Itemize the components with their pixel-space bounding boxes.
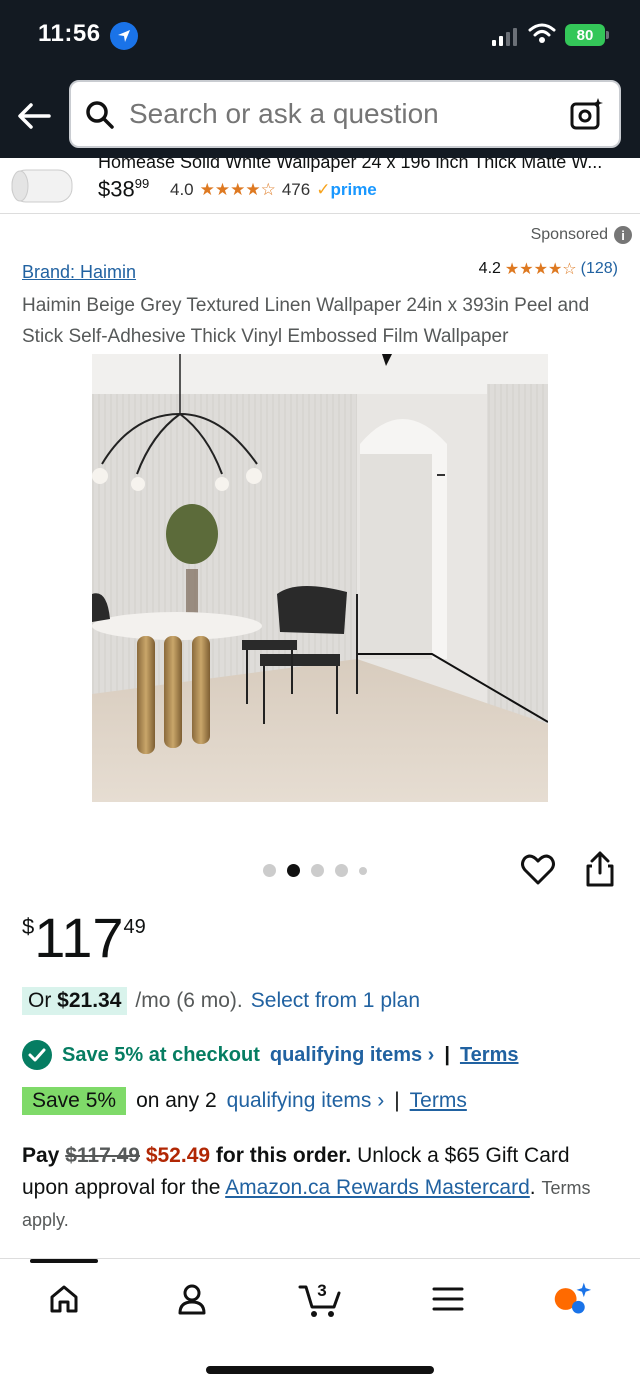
strip-price-whole: $38 bbox=[98, 176, 135, 202]
price-whole: 117 bbox=[34, 906, 124, 969]
product-thumbnail bbox=[6, 160, 78, 212]
review-count[interactable]: (128) bbox=[581, 260, 618, 278]
rating-row[interactable]: 4.2 ★★★★☆ (128) bbox=[479, 259, 618, 279]
price-fraction: 49 bbox=[123, 916, 146, 938]
qualifying-items-link[interactable]: qualifying items › bbox=[270, 1044, 434, 1067]
prime-label: prime bbox=[330, 180, 377, 199]
installment-row: Or $21.34 /mo (6 mo). Select from 1 plan bbox=[22, 987, 420, 1015]
multi-buy-text: on any 2 bbox=[136, 1089, 217, 1112]
carousel-dot-active[interactable] bbox=[287, 864, 300, 877]
select-plan-link[interactable]: Select from 1 plan bbox=[251, 989, 420, 1013]
account-icon[interactable] bbox=[172, 1279, 212, 1319]
period: . bbox=[529, 1176, 536, 1199]
product-image[interactable] bbox=[92, 354, 548, 802]
qualifying-items-link[interactable]: qualifying items › bbox=[227, 1089, 385, 1113]
pay-label: Pay bbox=[22, 1144, 60, 1167]
status-time: 11:56 bbox=[38, 20, 101, 47]
cart-count: 3 bbox=[317, 1281, 326, 1300]
back-button[interactable] bbox=[14, 96, 54, 136]
info-icon[interactable]: i bbox=[614, 226, 632, 244]
terms-link[interactable]: Terms bbox=[460, 1044, 519, 1067]
camera-search-icon[interactable] bbox=[569, 96, 605, 137]
carousel-dot[interactable] bbox=[335, 864, 348, 877]
rating-value: 4.2 bbox=[478, 260, 501, 277]
strip-title: Homease Solid White Wallpaper 24 x 196 i… bbox=[98, 158, 603, 172]
cellular-signal-icon bbox=[492, 26, 517, 46]
strip-review-count: 476 bbox=[281, 180, 311, 199]
old-price: $117.49 bbox=[65, 1144, 140, 1167]
sticky-product-strip[interactable]: Homease Solid White Wallpaper 24 x 196 i… bbox=[0, 158, 640, 214]
sponsored-label[interactable]: Sponsored i bbox=[531, 226, 632, 244]
strip-price: $3899 bbox=[98, 176, 149, 202]
separator: | bbox=[444, 1043, 450, 1066]
checkout-savings-text: Save 5% at checkout bbox=[62, 1043, 260, 1066]
installment-amount: $21.34 bbox=[57, 989, 122, 1012]
strip-rating: 4.0 ★★★★☆ 476 ✓prime bbox=[170, 180, 377, 200]
search-icon bbox=[85, 100, 115, 135]
strip-stars: ★★★★☆ bbox=[199, 180, 276, 199]
product-title: Haimin Beige Grey Textured Linen Wallpap… bbox=[22, 295, 590, 347]
header-bar: 11:56 80 bbox=[0, 0, 640, 162]
strip-rating-value: 4.0 bbox=[170, 180, 194, 199]
sponsored-text: Sponsored bbox=[530, 226, 608, 243]
installment-term: /mo (6 mo). bbox=[135, 989, 243, 1012]
card-offer: Pay $117.49 $52.49 for this order. Unloc… bbox=[22, 1140, 622, 1236]
separator: | bbox=[394, 1089, 400, 1112]
carousel-dot[interactable] bbox=[359, 866, 367, 875]
rewards-card-link[interactable]: Amazon.ca Rewards Mastercard bbox=[225, 1176, 530, 1199]
battery-indicator: 80 bbox=[565, 24, 609, 46]
image-carousel-dots[interactable] bbox=[263, 864, 367, 877]
search-bar[interactable] bbox=[69, 80, 621, 148]
share-icon[interactable] bbox=[584, 850, 616, 893]
terms-link[interactable]: Terms bbox=[410, 1089, 467, 1113]
carousel-dot[interactable] bbox=[311, 864, 324, 877]
brand-link[interactable]: Brand: Haimin bbox=[22, 262, 136, 283]
checkmark-icon bbox=[22, 1040, 52, 1070]
wifi-icon bbox=[528, 22, 556, 49]
for-order-text: for this order. bbox=[215, 1144, 352, 1167]
carousel-dot[interactable] bbox=[263, 864, 276, 877]
location-arrow-icon bbox=[110, 22, 138, 50]
cart-icon[interactable]: 3 bbox=[298, 1279, 344, 1319]
home-indicator[interactable] bbox=[206, 1366, 434, 1374]
prime-check-icon: ✓ bbox=[316, 180, 331, 199]
rufus-assistant-icon[interactable] bbox=[552, 1279, 592, 1319]
multi-buy-savings-row: Save 5% on any 2 qualifying items › | Te… bbox=[22, 1087, 467, 1115]
menu-icon[interactable] bbox=[428, 1279, 468, 1319]
checkout-savings-row: Save 5% at checkout qualifying items › |… bbox=[22, 1040, 519, 1070]
installment-prefix: Or bbox=[28, 989, 52, 1012]
active-tab-indicator bbox=[30, 1259, 98, 1263]
home-icon[interactable] bbox=[44, 1279, 84, 1319]
new-price: $52.49 bbox=[145, 1144, 211, 1167]
battery-level: 80 bbox=[576, 26, 594, 44]
search-input[interactable] bbox=[129, 82, 549, 146]
heart-icon[interactable] bbox=[520, 852, 556, 893]
price-symbol: $ bbox=[22, 914, 35, 939]
back-arrow-icon bbox=[18, 103, 51, 129]
strip-price-fraction: 99 bbox=[134, 176, 150, 191]
save-badge: Save 5% bbox=[22, 1087, 127, 1115]
rating-stars: ★★★★☆ bbox=[504, 261, 577, 278]
price: $ 117 49 bbox=[22, 906, 146, 970]
installment-chip: Or $21.34 bbox=[22, 987, 128, 1015]
prime-badge: ✓prime bbox=[316, 180, 377, 200]
